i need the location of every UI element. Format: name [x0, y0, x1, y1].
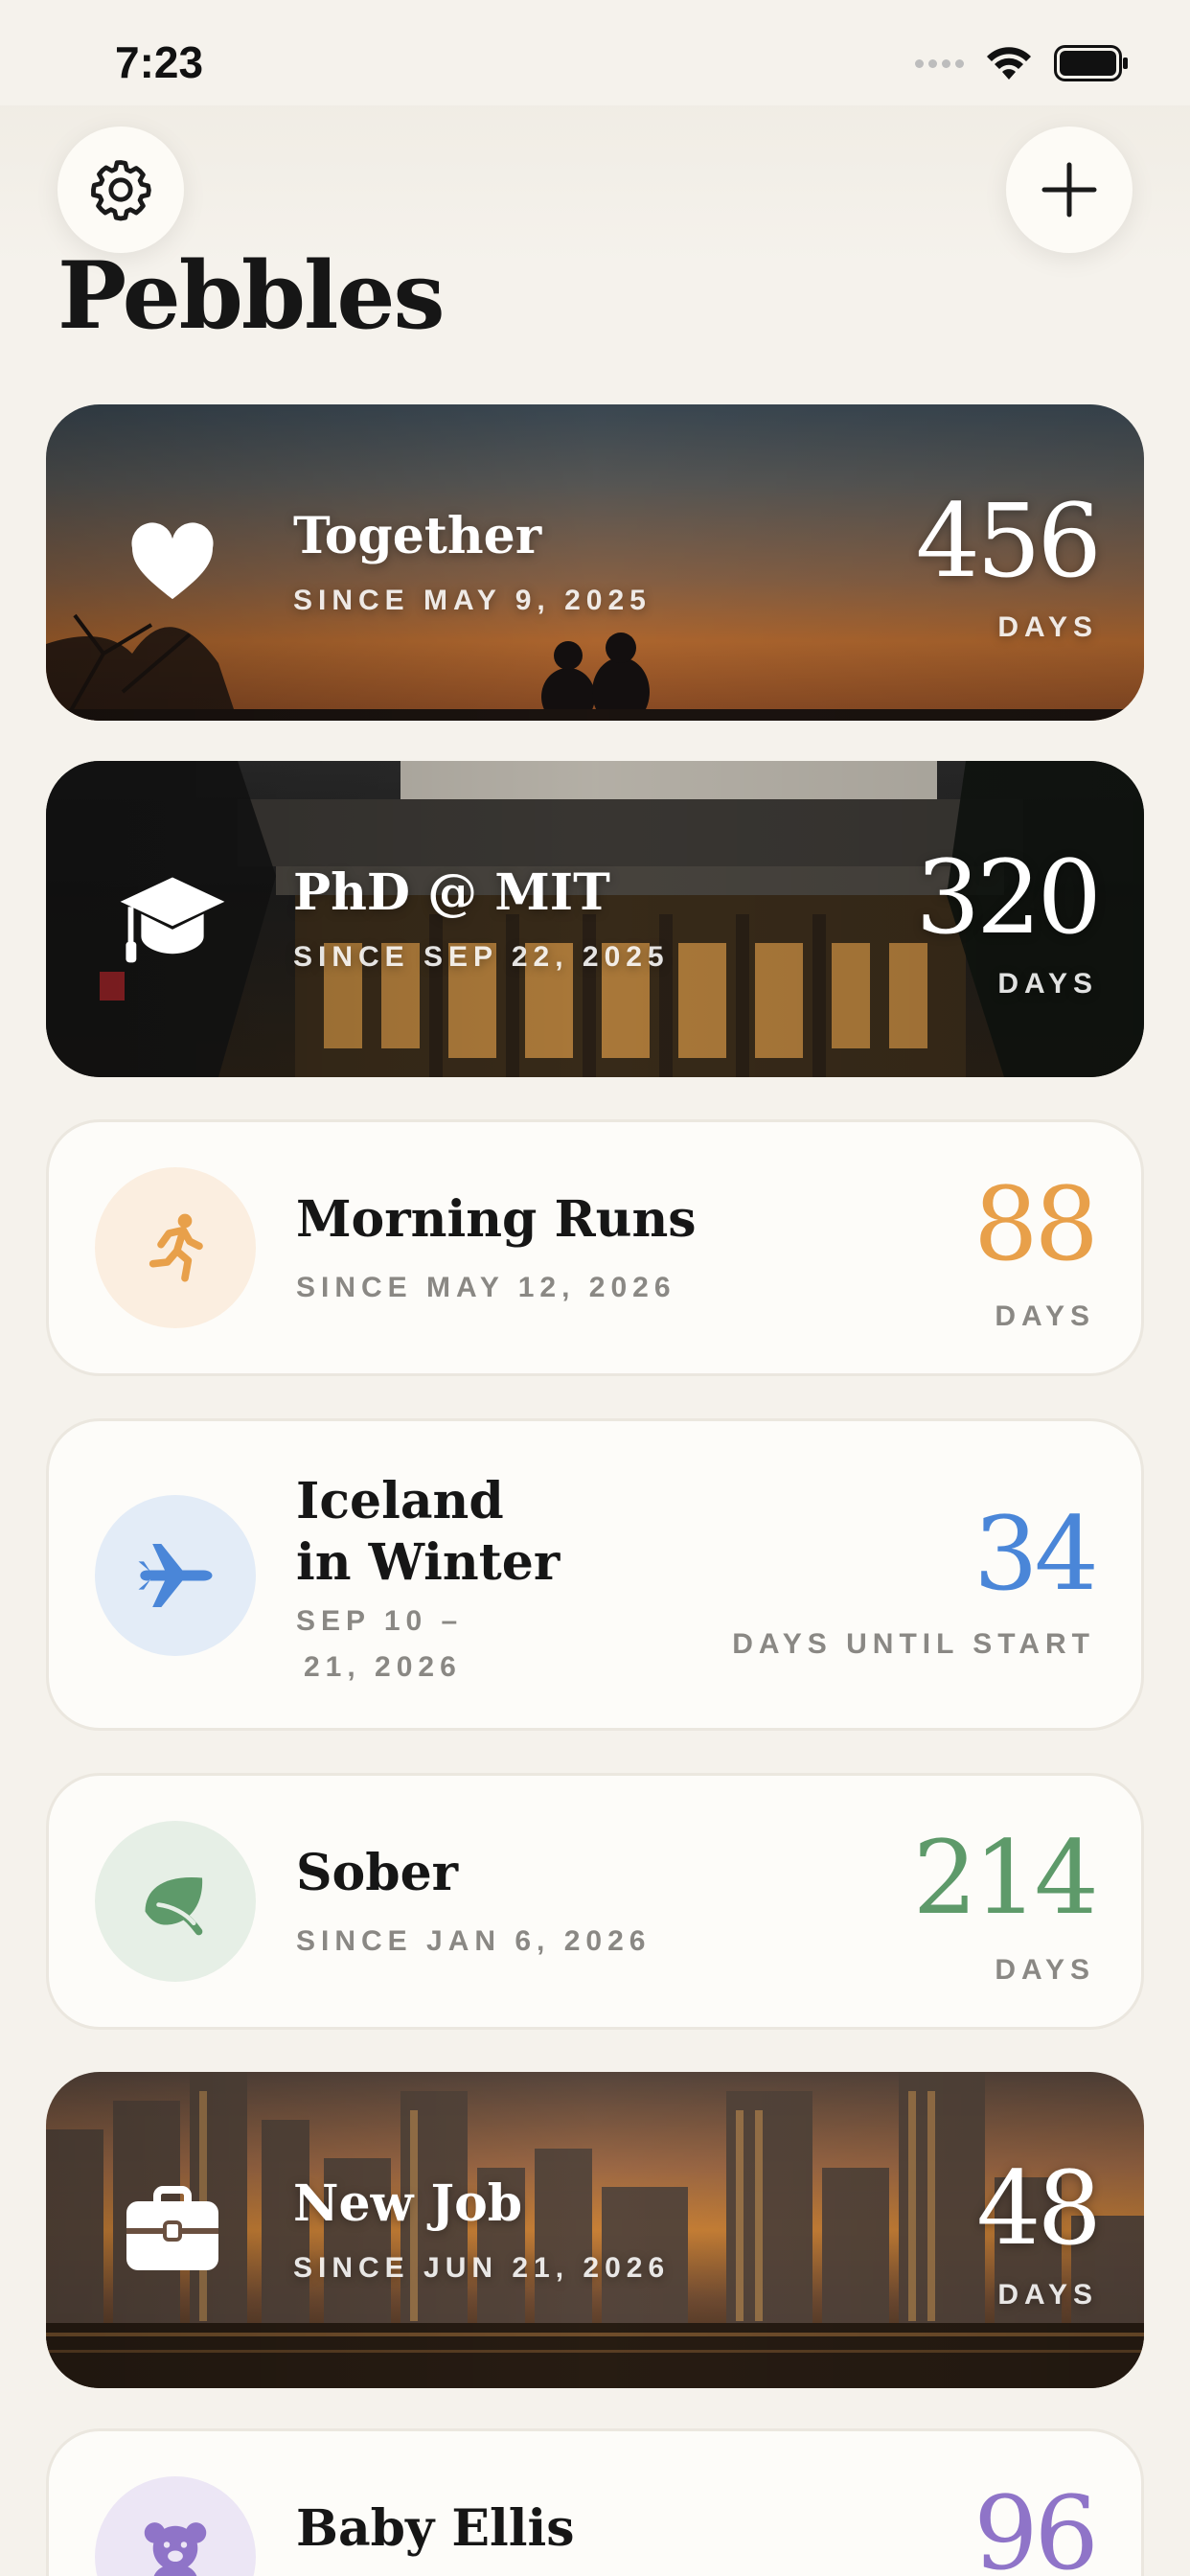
wifi-icon	[987, 47, 1031, 80]
card-morning-runs[interactable]: Morning Runs SINCE MAY 12, 2026 88 DAYS	[46, 1119, 1144, 1376]
card-iceland[interactable]: Iceland in Winter SEP 10 – 21, 2026 34 D…	[46, 1418, 1144, 1731]
card-baby-ellis[interactable]: Baby Ellis 96	[46, 2428, 1144, 2576]
card-subtitle: SINCE JUN 21, 2026	[293, 2252, 671, 2284]
card-icon-phd	[92, 839, 253, 1000]
card-new-job[interactable]: New Job SINCE JUN 21, 2026 48 DAYS	[46, 2072, 1144, 2388]
plus-icon	[1041, 162, 1097, 218]
card-count: 214	[912, 1819, 1099, 1937]
card-title-line-1: Iceland	[296, 1472, 504, 1530]
card-unit: DAYS UNTIL START	[732, 1628, 1095, 1660]
card-count: 48	[976, 2150, 1102, 2267]
runner-icon	[149, 1213, 203, 1282]
card-icon-baby	[95, 2476, 256, 2576]
card-subtitle-line-2: 21, 2026	[304, 1651, 462, 1683]
card-unit: DAYS	[995, 1300, 1095, 1332]
card-subtitle: SINCE JAN 6, 2026	[296, 1925, 652, 1957]
card-title: Morning Runs	[296, 1190, 697, 1249]
card-title: Baby Ellis	[296, 2499, 575, 2558]
card-icon-new-job	[92, 2150, 253, 2311]
status-bar: 7:23	[0, 0, 1190, 115]
card-count: 96	[973, 2474, 1099, 2576]
card-unit: DAYS	[997, 968, 1098, 1000]
status-icons	[915, 44, 1129, 82]
page-title: Pebbles	[57, 242, 446, 350]
card-icon-iceland	[95, 1495, 256, 1656]
card-count: 34	[973, 1495, 1099, 1613]
card-count: 456	[915, 482, 1102, 600]
card-title: Together	[293, 507, 542, 565]
card-subtitle: SINCE MAY 12, 2026	[296, 1272, 676, 1303]
card-phd-mit[interactable]: PhD @ MIT SINCE SEP 22, 2025 320 DAYS	[46, 761, 1144, 1077]
card-unit: DAYS	[995, 1954, 1095, 1986]
card-unit: DAYS	[997, 2279, 1098, 2311]
settings-button[interactable]	[57, 126, 184, 253]
card-subtitle-line-1: SEP 10 –	[296, 1605, 464, 1637]
card-title: Sober	[296, 1844, 459, 1902]
graduation-cap-icon	[120, 877, 225, 963]
battery-icon	[1054, 45, 1128, 81]
teddy-bear-icon	[144, 2522, 207, 2576]
card-unit: DAYS	[997, 611, 1098, 643]
card-subtitle: SINCE SEP 22, 2025	[293, 941, 670, 973]
leaf-icon	[145, 1876, 203, 1936]
card-icon-sober	[95, 1821, 256, 1982]
cellular-signal-icon	[915, 58, 964, 68]
card-title: New Job	[293, 2174, 523, 2233]
card-icon-together	[92, 482, 253, 643]
add-button[interactable]	[1006, 126, 1133, 253]
card-sober[interactable]: Sober SINCE JAN 6, 2026 214 DAYS	[46, 1773, 1144, 2030]
heart-icon	[131, 522, 214, 600]
card-together[interactable]: Together SINCE MAY 9, 2025 456 DAYS	[46, 404, 1144, 721]
card-count: 320	[915, 839, 1102, 956]
gear-icon	[91, 160, 151, 221]
card-title: PhD @ MIT	[293, 863, 610, 922]
briefcase-icon	[126, 2186, 218, 2270]
card-count: 88	[973, 1165, 1099, 1283]
airplane-icon	[138, 1544, 213, 1607]
status-time: 7:23	[115, 37, 204, 87]
card-title-line-2: in Winter	[296, 1533, 561, 1592]
card-icon-runs	[95, 1167, 256, 1328]
card-subtitle: SINCE MAY 9, 2025	[293, 585, 652, 616]
